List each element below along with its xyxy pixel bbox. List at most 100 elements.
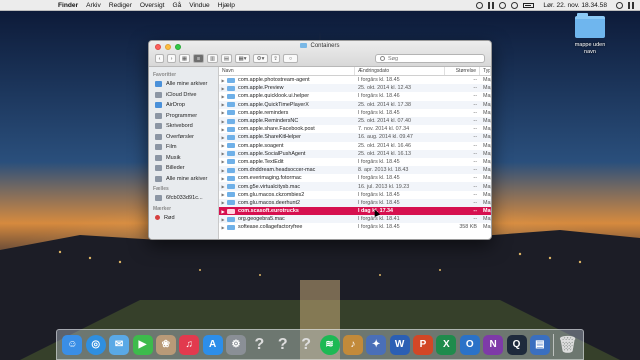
bluetooth-icon[interactable] <box>488 1 495 9</box>
table-row[interactable]: ▶ com.apple.photostream-agent I forgårs kl… <box>219 76 491 84</box>
excel-icon[interactable]: X <box>436 334 457 355</box>
coverflow-view-button[interactable]: ▤ <box>221 54 232 63</box>
unknown-app-icon-3[interactable]: ? <box>296 335 316 355</box>
sidebar-item-icloud[interactable]: iCloud Drive <box>149 90 218 101</box>
unknown-app-icon-2[interactable]: ? <box>273 335 293 355</box>
sidebar-item-all-files-2[interactable]: Alle mine arkiver <box>149 174 218 185</box>
disclosure-triangle-icon[interactable]: ▶ <box>219 110 227 115</box>
sidebar-item-tag-red[interactable]: Rød <box>149 213 218 224</box>
sidebar-item-applications[interactable]: Programmer <box>149 111 218 122</box>
sidebar-item-downloads[interactable]: Overførsler <box>149 132 218 143</box>
guitar-app-icon[interactable]: ♪ <box>342 334 363 355</box>
disclosure-triangle-icon[interactable]: ▶ <box>219 159 227 164</box>
icon-view-button[interactable]: ▦ <box>179 54 190 63</box>
spotify-icon[interactable]: ≋ <box>319 334 340 355</box>
column-name[interactable]: Navn <box>219 67 355 75</box>
table-row[interactable]: ▶ com.apple.reminders I forgårs kl. 18.45 -… <box>219 109 491 117</box>
table-row[interactable]: ▶ com.g5e.virtualcitysb.mac 16. jul. 2013 … <box>219 182 491 191</box>
menu-oversigt[interactable]: Oversigt <box>136 2 169 9</box>
time-machine-icon[interactable] <box>499 1 507 9</box>
menu-hjaelp[interactable]: Hjælp <box>214 2 239 9</box>
table-row[interactable]: ▶ softease.collagefactoryfree I forgårs kl… <box>219 223 491 231</box>
disclosure-triangle-icon[interactable]: ▶ <box>219 127 227 132</box>
disclosure-triangle-icon[interactable]: ▶ <box>219 209 227 214</box>
disclosure-triangle-icon[interactable]: ▶ <box>219 119 227 124</box>
disclosure-triangle-icon[interactable]: ▶ <box>219 176 227 181</box>
table-row[interactable]: ▶ com.apple.RemindersNC 25. okt. 2014 kl. … <box>219 116 491 126</box>
folder-icon[interactable] <box>575 13 605 38</box>
list-view-button[interactable]: ≡ <box>193 54 204 63</box>
outlook-icon[interactable]: O <box>459 334 480 355</box>
disclosure-triangle-icon[interactable]: ▶ <box>219 78 227 83</box>
disclosure-triangle-icon[interactable]: ▶ <box>219 200 227 205</box>
table-row[interactable]: ▶ com.apple.QuickTimePlayerX 25. okt. 2014… <box>219 100 491 109</box>
sidebar-item-movies[interactable]: Film <box>149 142 218 153</box>
table-row[interactable]: ▶ com.apple.Preview 25. okt. 2014 kl. 12.4… <box>219 84 491 93</box>
powerpoint-icon[interactable]: P <box>413 334 433 355</box>
column-type[interactable]: Type <box>480 67 491 75</box>
disclosure-triangle-icon[interactable]: ▶ <box>219 217 227 222</box>
arrange-button[interactable]: ▦▾ <box>235 54 250 63</box>
menu-arkiv[interactable]: Arkiv <box>82 2 105 9</box>
back-button[interactable]: ‹ <box>155 54 164 63</box>
unknown-app-icon-1[interactable]: ? <box>249 335 269 355</box>
sync-icon[interactable] <box>476 1 484 9</box>
tags-button[interactable]: ○ <box>283 54 298 63</box>
column-date[interactable]: Ændringsdato <box>355 67 445 75</box>
table-row[interactable]: ▶ com.glu.macos.deerhunt2 I forgårs kl. 18… <box>219 198 491 207</box>
mail-icon[interactable]: ✉ <box>109 334 130 355</box>
game-app-icon[interactable]: ✦ <box>366 334 387 355</box>
table-row[interactable]: ▶ com.scasoft.eurotrucks I dag kl. 17.34 --… <box>219 207 491 216</box>
disclosure-triangle-icon[interactable]: ▶ <box>219 143 227 148</box>
table-row[interactable]: ▶ com.apple.SocialPushAgent 25. okt. 2014 … <box>219 149 491 158</box>
disclosure-triangle-icon[interactable]: ▶ <box>219 184 227 189</box>
column-size[interactable]: Størrelse <box>445 67 480 75</box>
table-row[interactable]: ▶ org.geogebra5.mac I forgårs kl. 18.41 -- M… <box>219 215 491 224</box>
share-button[interactable]: ⇪ <box>271 54 280 63</box>
disclosure-triangle-icon[interactable]: ▶ <box>219 135 227 140</box>
sidebar-item-pictures[interactable]: Billeder <box>149 163 218 174</box>
search-field[interactable] <box>375 54 485 63</box>
battery-icon[interactable] <box>523 2 535 8</box>
table-row[interactable]: ▶ com.glu.macos.ckzombies2 I forgårs kl. 1… <box>219 191 491 199</box>
menu-rediger[interactable]: Rediger <box>105 2 136 9</box>
table-row[interactable]: ▶ com.apple.soagent 25. okt. 2014 kl. 16.4… <box>219 142 491 150</box>
wifi-icon[interactable] <box>511 1 519 9</box>
sidebar-item-all-files[interactable]: Alle mine arkiver <box>149 79 218 90</box>
finder-icon[interactable]: ☺ <box>62 334 83 355</box>
table-row[interactable]: ▶ com.apple.TextEdit I forgårs kl. 18.45 --… <box>219 158 491 166</box>
onenote-icon[interactable]: N <box>483 334 504 355</box>
sidebar-item-shared-computer[interactable]: 6fcb033d91c... <box>149 193 218 204</box>
table-row[interactable]: ▶ com.dnddream.headsoccer-mac 8. apr. 2013… <box>219 166 491 175</box>
clock[interactable]: Lør. 22. nov. 18.34.58 <box>539 2 611 9</box>
table-row[interactable]: ▶ com.apple.share.Facebook.post 7. nov. 20… <box>219 125 491 133</box>
app-store-icon[interactable]: A <box>202 334 223 355</box>
safari-icon[interactable]: ◎ <box>85 334 106 355</box>
sidebar-item-desktop[interactable]: Skrivebord <box>149 121 218 132</box>
table-row[interactable]: ▶ com.everimaging.fotormac I forgårs kl. 1… <box>219 174 491 182</box>
table-row[interactable]: ▶ com.apple.ShareKitHelper 16. aug. 2014 k… <box>219 133 491 142</box>
trash-icon[interactable]: 🗑 <box>557 335 577 355</box>
word-icon[interactable]: W <box>389 334 410 355</box>
column-view-button[interactable]: ▥ <box>207 54 218 63</box>
disclosure-triangle-icon[interactable]: ▶ <box>219 192 227 197</box>
disclosure-triangle-icon[interactable]: ▶ <box>219 151 227 156</box>
screen-app-icon[interactable]: ▤ <box>529 334 550 355</box>
menu-finder[interactable]: Finder <box>54 2 82 9</box>
sidebar-item-music[interactable]: Musik <box>149 153 218 164</box>
disclosure-triangle-icon[interactable]: ▶ <box>219 168 227 173</box>
sidebar-item-airdrop[interactable]: AirDrop <box>149 100 218 111</box>
disclosure-triangle-icon[interactable]: ▶ <box>219 225 227 230</box>
table-row[interactable]: ▶ com.apple.quicklook.ui.helper I forgårs … <box>219 92 491 100</box>
system-preferences-icon[interactable]: ⚙ <box>226 334 246 355</box>
notification-center-icon[interactable] <box>628 1 634 9</box>
disclosure-triangle-icon[interactable]: ▶ <box>219 86 227 91</box>
music-icon[interactable]: ♫ <box>179 334 200 355</box>
menu-vindue[interactable]: Vindue <box>185 2 213 9</box>
quicktime-icon[interactable]: Q <box>506 334 527 355</box>
disclosure-triangle-icon[interactable]: ▶ <box>219 94 227 99</box>
menu-ga[interactable]: Gå <box>168 2 185 9</box>
disclosure-triangle-icon[interactable]: ▶ <box>219 102 227 107</box>
photos-icon[interactable]: ❀ <box>155 334 176 355</box>
action-gear-button[interactable]: ⚙▾ <box>253 54 268 63</box>
